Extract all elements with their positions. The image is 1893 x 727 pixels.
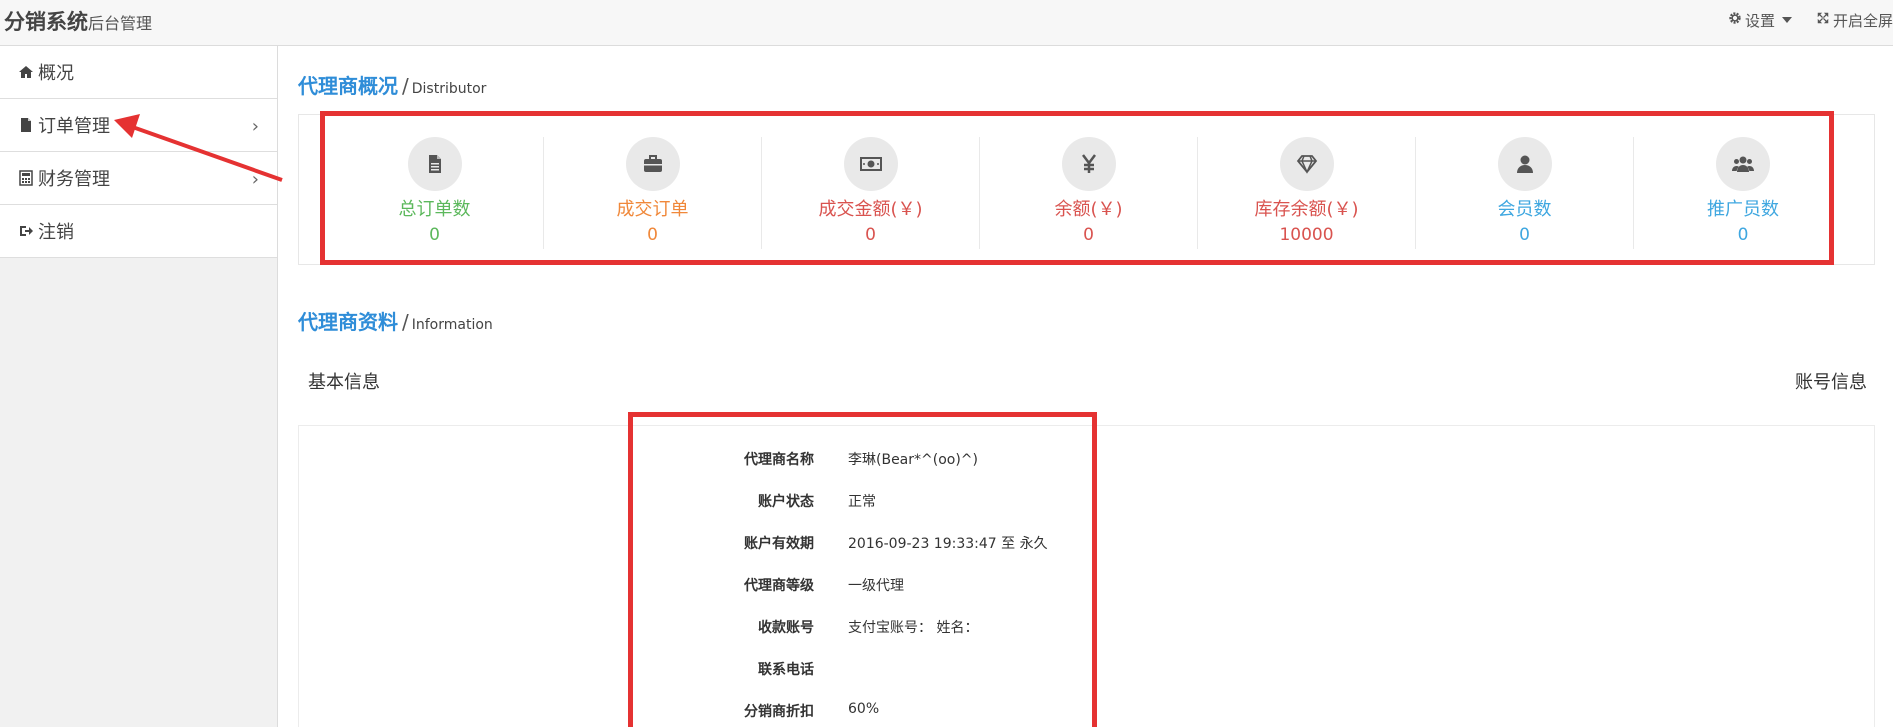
stat-label: 成交金额(￥) bbox=[818, 199, 923, 220]
file-icon bbox=[18, 117, 34, 133]
briefcase-icon bbox=[625, 137, 680, 191]
info-value: 支付宝账号： 姓名： bbox=[848, 620, 979, 636]
stat-value: 0 bbox=[647, 225, 658, 245]
sidebar-item-label: 概况 bbox=[38, 63, 74, 84]
yen-icon bbox=[1061, 137, 1116, 191]
settings-label: 设置 bbox=[1744, 11, 1775, 30]
info-key: 代理商名称 bbox=[744, 452, 814, 468]
app-brand[interactable]: 分销系统 bbox=[4, 6, 88, 36]
stat-value: 0 bbox=[1737, 225, 1749, 245]
sidebar-item-logout[interactable]: 注销 bbox=[0, 205, 277, 258]
overview-title-text: 代理商概况 bbox=[298, 74, 398, 98]
stat-completed-orders: 成交订单 0 bbox=[544, 137, 762, 249]
sidebar-item-label: 注销 bbox=[38, 222, 74, 243]
overview-title: 代理商概况 / Distributor bbox=[298, 70, 486, 99]
tab-account-info[interactable]: 账号信息 bbox=[1795, 368, 1867, 394]
stat-inventory-balance: 库存余额(￥) 10000 bbox=[1198, 137, 1416, 249]
info-row-payment-account: 收款账号 支付宝账号： 姓名： bbox=[630, 617, 1090, 637]
stat-total-orders: 总订单数 0 bbox=[326, 137, 544, 249]
stat-value: 0 bbox=[1519, 225, 1530, 245]
file-icon bbox=[407, 137, 462, 191]
stat-label: 会员数 bbox=[1497, 199, 1552, 220]
stat-value: 0 bbox=[865, 225, 876, 245]
title-separator: / bbox=[402, 310, 409, 334]
overview-subtitle: Distributor bbox=[411, 81, 487, 97]
stats-panel: 总订单数 0 成交订单 0 成交金额(￥) 0 余额(￥) 0 库存余额(￥) … bbox=[298, 114, 1875, 265]
sidebar-item-label: 财务管理 bbox=[38, 169, 110, 190]
stat-value: 0 bbox=[429, 225, 440, 245]
stat-members: 会员数 0 bbox=[1416, 137, 1634, 249]
expand-icon bbox=[1816, 11, 1830, 29]
info-key: 账户状态 bbox=[758, 494, 814, 510]
information-title: 代理商资料 / Information bbox=[298, 306, 493, 335]
caret-down-icon bbox=[1781, 17, 1792, 23]
top-right-menu: 设置 开启全屏 bbox=[1728, 8, 1893, 32]
info-value: 2016-09-23 19:33:47 至 永久 bbox=[848, 536, 1048, 552]
info-value: 一级代理 bbox=[848, 578, 904, 594]
stat-label: 余额(￥) bbox=[1054, 199, 1123, 220]
settings-menu[interactable]: 设置 bbox=[1728, 10, 1792, 31]
stat-label: 成交订单 bbox=[616, 199, 689, 220]
info-key: 账户有效期 bbox=[744, 536, 814, 552]
stat-value: 0 bbox=[1083, 225, 1094, 245]
info-value: 60% bbox=[848, 701, 880, 717]
calculator-icon bbox=[18, 170, 34, 186]
sidebar-item-label: 订单管理 bbox=[38, 116, 110, 137]
info-value: 正常 bbox=[848, 494, 876, 510]
sign-out-icon bbox=[18, 223, 34, 239]
home-icon bbox=[18, 64, 34, 80]
title-separator: / bbox=[402, 74, 409, 98]
information-title-text: 代理商资料 bbox=[298, 310, 398, 334]
annotation-arrow bbox=[114, 114, 283, 182]
money-icon bbox=[843, 137, 898, 191]
information-subtitle: Information bbox=[411, 317, 493, 333]
info-row-account-status: 账户状态 正常 bbox=[630, 491, 1090, 511]
stat-transaction-amount: 成交金额(￥) 0 bbox=[762, 137, 980, 249]
info-value: 李琳(Bear*^(oo)^) bbox=[848, 452, 978, 468]
sidebar-item-overview[interactable]: 概况 bbox=[0, 46, 277, 99]
stat-label: 推广员数 bbox=[1707, 199, 1779, 220]
diamond-icon bbox=[1279, 137, 1334, 191]
gear-icon bbox=[1728, 11, 1742, 29]
stat-label: 库存余额(￥) bbox=[1254, 199, 1359, 220]
info-row-phone: 联系电话 bbox=[630, 659, 1090, 679]
users-icon bbox=[1716, 137, 1770, 191]
top-bar: 分销系统 后台管理 设置 开启全屏 bbox=[0, 0, 1893, 46]
tab-basic-info[interactable]: 基本信息 bbox=[308, 368, 380, 394]
info-key: 分销商折扣 bbox=[744, 704, 814, 720]
stat-label: 总订单数 bbox=[398, 199, 471, 220]
fullscreen-button[interactable]: 开启全屏 bbox=[1816, 10, 1893, 31]
stat-balance: 余额(￥) 0 bbox=[980, 137, 1198, 249]
info-key: 代理商等级 bbox=[744, 578, 814, 594]
info-row-level: 代理商等级 一级代理 bbox=[630, 575, 1090, 595]
app-subtitle: 后台管理 bbox=[88, 14, 153, 33]
stat-value: 10000 bbox=[1279, 225, 1334, 245]
stat-promoters: 推广员数 0 bbox=[1634, 137, 1852, 249]
info-key: 联系电话 bbox=[758, 662, 814, 678]
info-key: 收款账号 bbox=[758, 620, 814, 636]
info-row-validity: 账户有效期 2016-09-23 19:33:47 至 永久 bbox=[630, 533, 1090, 553]
user-icon bbox=[1497, 137, 1552, 191]
info-row-discount: 分销商折扣 60% bbox=[630, 701, 1090, 721]
fullscreen-label: 开启全屏 bbox=[1832, 11, 1893, 30]
info-row-distributor-name: 代理商名称 李琳(Bear*^(oo)^) bbox=[630, 449, 1090, 469]
